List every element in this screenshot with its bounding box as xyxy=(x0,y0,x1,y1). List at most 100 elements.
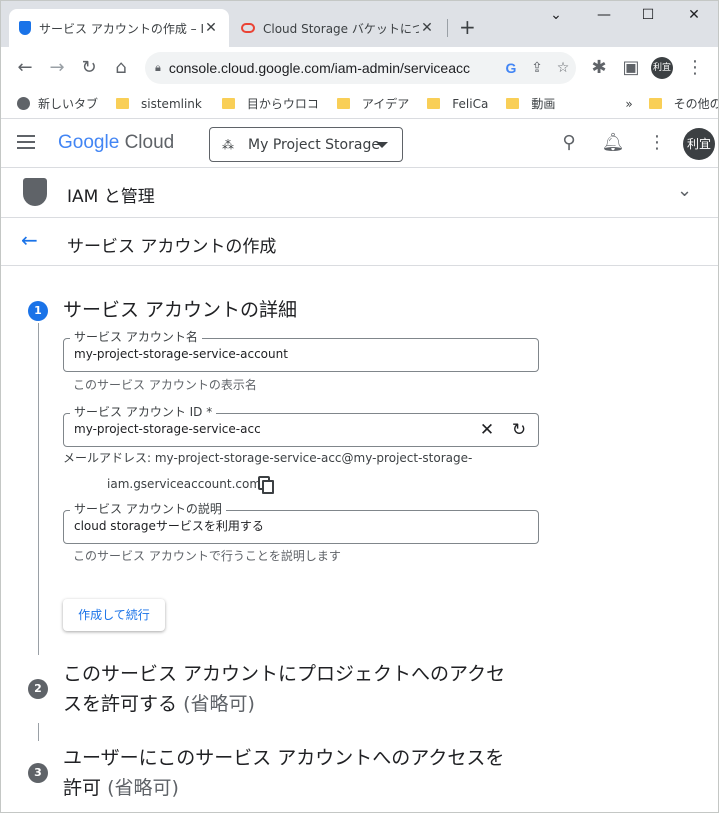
iam-shield-icon xyxy=(23,178,47,206)
bookmark-label: FeliCa xyxy=(452,96,489,111)
home-icon[interactable]: ⌂ xyxy=(109,56,133,80)
project-dots-icon: ⁂ xyxy=(222,137,234,152)
google-cloud-logo[interactable]: Google Cloud xyxy=(58,132,174,154)
tab-search-icon[interactable]: ⌄ xyxy=(541,7,571,23)
browser-window: サービス アカウントの作成 – IAM ✕ Cloud Storage バケット… xyxy=(0,0,719,813)
field-value[interactable]: my-project-storage-service-account xyxy=(74,347,288,361)
field-label: サービス アカウント名 xyxy=(70,330,202,344)
service-account-description-field[interactable]: サービス アカウントの説明 cloud storageサービスを利用する xyxy=(63,502,539,544)
refresh-icon[interactable]: ↻ xyxy=(509,420,529,440)
maximize-icon[interactable]: ☐ xyxy=(633,7,663,23)
reload-icon[interactable]: ↻ xyxy=(77,56,101,80)
field-label: サービス アカウントの説明 xyxy=(70,502,226,516)
bookmark-idea[interactable]: アイデア xyxy=(336,95,410,112)
logo-cloud-text: Cloud xyxy=(124,132,175,153)
globe-icon xyxy=(17,97,30,110)
folder-icon xyxy=(116,98,130,109)
notifications-bell-icon[interactable]: 🔔︎ xyxy=(601,132,625,153)
folder-icon xyxy=(427,98,441,109)
user-avatar[interactable]: 利宜 xyxy=(683,128,715,160)
field-value[interactable]: my-project-storage-service-acc xyxy=(74,422,261,436)
url-text[interactable]: console.cloud.google.com/iam-admin/servi… xyxy=(169,60,498,76)
folder-icon xyxy=(648,98,662,109)
new-tab-button[interactable]: + xyxy=(459,15,476,39)
chevron-down-icon[interactable]: ⌄ xyxy=(677,180,692,201)
bookmarks-overflow-button[interactable]: » xyxy=(625,97,632,111)
tab-strip: サービス アカウントの作成 – IAM ✕ Cloud Storage バケット… xyxy=(1,1,718,47)
bookmarks-bar: 新しいタブ sistemlink 目からウロコ アイデア FeliCa 動画 »… xyxy=(1,89,718,119)
optional-label: (省略可) xyxy=(183,693,255,715)
clear-icon[interactable]: ✕ xyxy=(477,420,497,440)
logo-google-text: Google xyxy=(58,132,120,153)
folder-icon xyxy=(506,98,520,109)
field-value[interactable]: cloud storageサービスを利用する xyxy=(74,517,264,534)
minimize-icon[interactable]: — xyxy=(589,7,619,23)
step-2-number: 2 xyxy=(28,679,48,699)
bookmark-label: 目からウロコ xyxy=(246,97,319,111)
bookmark-star-icon[interactable]: ☆ xyxy=(550,60,576,76)
browser-toolbar: ← → ↻ ⌂ 🔒︎ console.cloud.google.com/iam-… xyxy=(1,47,718,89)
field-label: サービス アカウント ID * xyxy=(70,405,217,419)
step-3-title-text: 許可 xyxy=(63,777,102,799)
step-2-title[interactable]: このサービス アカウントにプロジェクトへのアクセ スを許可する (省略可) xyxy=(63,659,505,719)
search-icon[interactable]: ⚲ xyxy=(557,132,581,153)
tab-title: Cloud Storage バケットについて xyxy=(263,21,419,36)
address-bar[interactable]: 🔒︎ console.cloud.google.com/iam-admin/se… xyxy=(145,52,576,84)
bookmark-label: 新しいタブ xyxy=(38,97,99,111)
google-icon[interactable]: G xyxy=(498,60,524,76)
caret-down-icon xyxy=(376,142,388,148)
tab-create-service-account[interactable]: サービス アカウントの作成 – IAM ✕ xyxy=(9,9,229,47)
console-header: Google Cloud ⁂ My Project Storage ⚲ 🔔︎ ⋮… xyxy=(1,120,718,168)
bookmark-new-tab[interactable]: 新しいタブ xyxy=(17,95,98,112)
folder-icon xyxy=(336,98,350,109)
create-and-continue-button[interactable]: 作成して続行 xyxy=(63,599,165,631)
step-1-number: 1 xyxy=(28,301,48,321)
tab-divider xyxy=(447,19,448,37)
step-2-title-line1: このサービス アカウントにプロジェクトへのアクセ xyxy=(63,663,506,685)
bookmark-me-kara-uroko[interactable]: 目からウロコ xyxy=(221,95,319,112)
share-icon[interactable]: ⇪ xyxy=(524,60,550,76)
other-bookmarks[interactable]: その他のブックマーク xyxy=(648,95,718,112)
close-tab-icon[interactable]: ✕ xyxy=(419,20,435,36)
optional-label: (省略可) xyxy=(107,777,179,799)
step-3-title-line1: ユーザーにこのサービス アカウントへのアクセスを xyxy=(63,747,505,769)
bookmark-sistemlink[interactable]: sistemlink xyxy=(116,97,202,111)
bookmark-label: 動画 xyxy=(531,97,556,111)
bookmark-label: sistemlink xyxy=(141,96,202,111)
menu-kebab-icon[interactable]: ⋮ xyxy=(683,56,707,80)
description-hint: このサービス アカウントで行うことを説明します xyxy=(73,549,341,563)
bookmark-label: その他のブックマーク xyxy=(673,97,718,111)
page-title: サービス アカウントの作成 xyxy=(67,237,277,257)
name-hint: このサービス アカウントの表示名 xyxy=(73,378,257,392)
step-2-title-line2: スを許可する (省略可) xyxy=(63,689,505,719)
service-account-id-field[interactable]: サービス アカウント ID * my-project-storage-servi… xyxy=(63,405,539,447)
side-panel-icon[interactable]: ▣ xyxy=(619,56,643,80)
stepper-connector xyxy=(38,723,39,741)
hamburger-menu-icon[interactable] xyxy=(17,135,35,153)
bookmark-felica[interactable]: FeliCa xyxy=(427,97,488,111)
product-title: IAM と管理 xyxy=(67,187,155,207)
step-3-number: 3 xyxy=(28,763,48,783)
close-window-icon[interactable]: ✕ xyxy=(679,7,709,23)
copy-icon[interactable] xyxy=(258,476,274,494)
project-selector[interactable]: ⁂ My Project Storage xyxy=(209,127,403,162)
service-account-name-field[interactable]: サービス アカウント名 my-project-storage-service-a… xyxy=(63,330,539,372)
more-options-icon[interactable]: ⋮ xyxy=(645,132,669,153)
bookmark-label: アイデア xyxy=(361,97,410,111)
forward-icon[interactable]: → xyxy=(45,56,69,80)
folder-icon xyxy=(221,98,235,109)
back-icon[interactable]: ← xyxy=(13,56,37,80)
shield-icon xyxy=(19,21,31,35)
email-address-line1: メールアドレス: my-project-storage-service-acc@… xyxy=(63,451,473,465)
tab-cloud-storage[interactable]: Cloud Storage バケットについて ✕ xyxy=(231,9,445,47)
google-cloud-icon xyxy=(241,23,255,33)
step-3-title[interactable]: ユーザーにこのサービス アカウントへのアクセスを 許可 (省略可) xyxy=(63,743,504,803)
tab-title: サービス アカウントの作成 – IAM xyxy=(39,21,203,36)
close-tab-icon[interactable]: ✕ xyxy=(203,20,219,36)
lock-icon: 🔒︎ xyxy=(155,61,161,74)
back-arrow-icon[interactable]: ← xyxy=(21,228,38,252)
extensions-icon[interactable]: ✱ xyxy=(587,56,611,80)
bookmark-video[interactable]: 動画 xyxy=(506,95,555,112)
product-bar: IAM と管理 ⌄ xyxy=(1,168,718,218)
profile-avatar[interactable]: 利宜 xyxy=(651,57,673,79)
